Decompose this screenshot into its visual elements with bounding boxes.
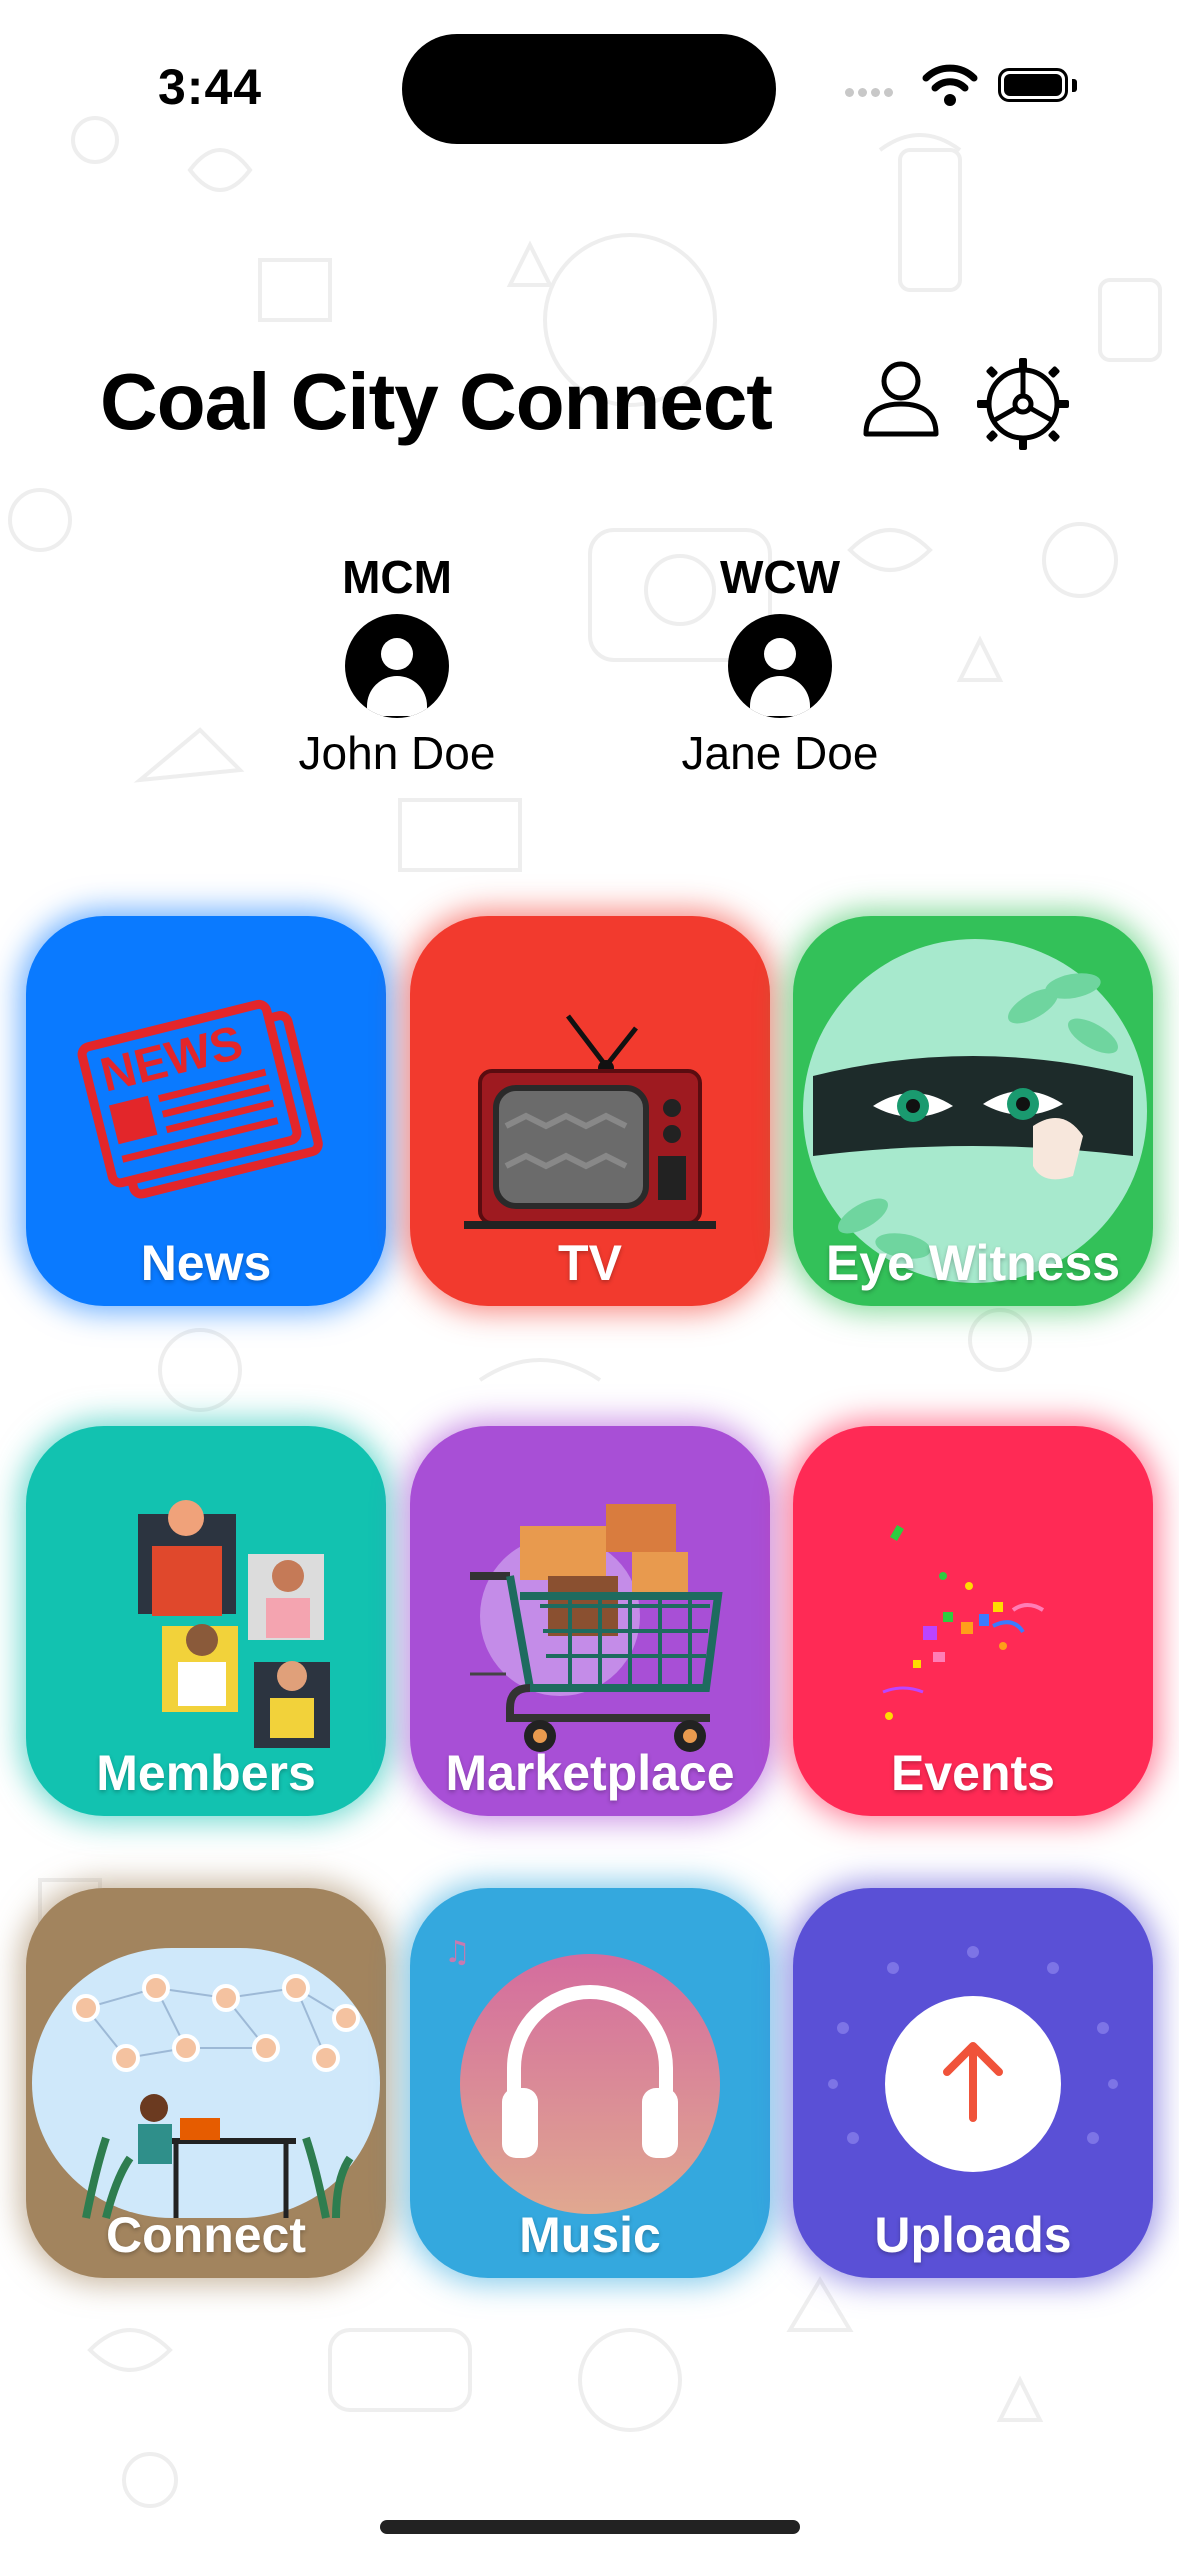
tile-events[interactable]: Events <box>793 1426 1153 1816</box>
tile-label: Eye Witness <box>825 1235 1121 1291</box>
tile-music[interactable]: ♫ Music <box>410 1888 770 2278</box>
featured-wcw-label: WCW <box>719 551 841 603</box>
tile-label: Events <box>891 1745 1055 1801</box>
featured-mcm-name: John Doe <box>298 727 496 779</box>
battery-icon <box>998 68 1077 102</box>
status-time: 3:44 <box>158 59 263 115</box>
tile-tv[interactable]: TV <box>410 916 770 1306</box>
dynamic-island <box>402 34 776 144</box>
tile-members[interactable]: Members <box>26 1426 386 1816</box>
tile-label: Members <box>96 1745 316 1801</box>
svg-text:♫: ♫ <box>444 1935 471 1970</box>
featured-mcm-label: MCM <box>342 551 452 603</box>
featured-wcw-name: Jane Doe <box>681 727 879 779</box>
tile-marketplace[interactable]: Marketplace <box>410 1426 770 1816</box>
tile-label: Connect <box>106 2207 306 2263</box>
cellular-signal-icon <box>845 84 897 102</box>
settings-icon[interactable] <box>975 356 1071 452</box>
person-circle-icon <box>345 614 449 718</box>
tile-uploads[interactable]: Uploads <box>793 1888 1153 2278</box>
tile-news[interactable]: NEWS News <box>26 916 386 1306</box>
tile-label: Marketplace <box>445 1745 735 1801</box>
wifi-icon <box>922 64 978 106</box>
tile-label: News <box>140 1235 272 1291</box>
tile-eye-witness[interactable]: Eye Witness <box>793 916 1153 1306</box>
tile-connect[interactable]: Connect <box>26 1888 386 2278</box>
app-title: Coal City Connect <box>100 357 773 446</box>
featured-mcm[interactable]: MCM John Doe <box>272 550 522 780</box>
tile-label: Music <box>519 2207 661 2263</box>
tile-label: TV <box>558 1235 622 1291</box>
person-circle-icon <box>728 614 832 718</box>
profile-icon[interactable] <box>860 358 942 440</box>
tile-label: Uploads <box>874 2207 1072 2263</box>
home-indicator[interactable] <box>380 2520 800 2534</box>
status-bar: 3:44 <box>0 0 1179 170</box>
featured-wcw[interactable]: WCW Jane Doe <box>655 550 905 780</box>
